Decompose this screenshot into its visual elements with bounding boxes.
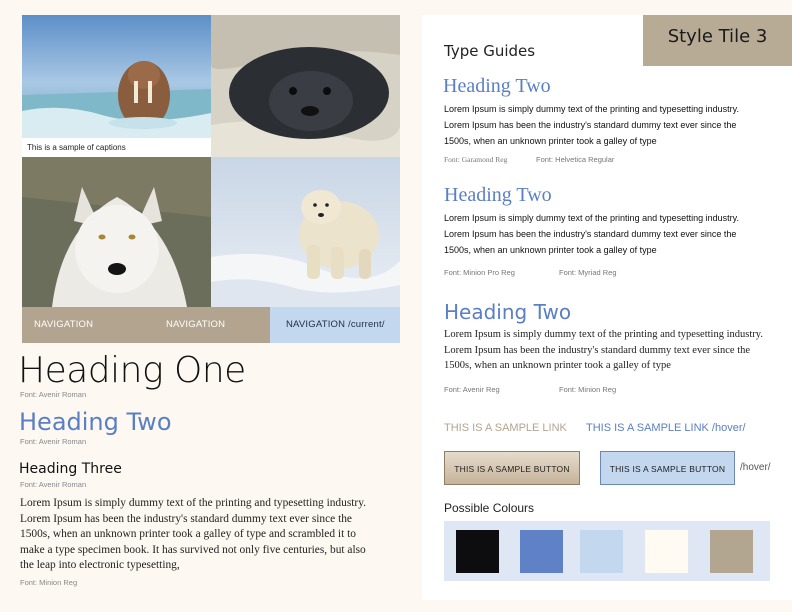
heading-three-font-note: Font: Avenir Roman <box>20 480 87 489</box>
arctic-wolf-photo <box>22 157 211 307</box>
sample-link[interactable]: THIS IS A SAMPLE LINK <box>444 422 567 434</box>
guide2-font-row: Font: Minion Pro Reg Font: Myriad Reg <box>444 268 617 277</box>
body-font-note: Font: Minion Reg <box>20 578 78 587</box>
guide1-font-b: Font: Helvetica Regular <box>536 155 615 164</box>
heading-three: Heading Three <box>19 461 122 477</box>
colour-swatch-taupe <box>710 530 753 573</box>
colour-swatch-cream <box>645 530 688 573</box>
nav-item-current[interactable]: NAVIGATION /current/ <box>270 307 400 343</box>
guide3-font-a: Font: Avenir Reg <box>444 385 500 394</box>
colour-swatch-light-blue <box>580 530 623 573</box>
guide3-font-b: Font: Minion Reg <box>559 385 617 394</box>
guide2-font-b: Font: Myriad Reg <box>559 268 617 277</box>
polar-bear-photo <box>211 157 400 307</box>
nav-item-1[interactable]: NAVIGATION <box>22 307 154 343</box>
style-tile-label: Style Tile 3 <box>643 15 792 66</box>
heading-two-font-note: Font: Avenir Roman <box>20 437 87 446</box>
sample-button-hover[interactable]: THIS IS A SAMPLE BUTTON <box>600 451 735 485</box>
type-guides-title: Type Guides <box>444 42 536 60</box>
guide1-heading: Heading Two <box>443 75 551 97</box>
sample-link-hover[interactable]: THIS IS A SAMPLE LINK /hover/ <box>586 422 746 434</box>
guide1-body: Lorem Ipsum is simply dummy text of the … <box>444 104 739 146</box>
heading-one: Heading One <box>18 350 246 391</box>
colour-swatch-black <box>456 530 499 573</box>
guide2-heading: Heading Two <box>444 184 552 206</box>
heading-two: Heading Two <box>19 408 172 436</box>
guide1-font-a: Font: Garamond Reg <box>444 155 508 164</box>
guide3-font-row: Font: Avenir Reg Font: Minion Reg <box>444 385 616 394</box>
guide3-heading: Heading Two <box>444 300 572 324</box>
colour-swatch-blue <box>520 530 563 573</box>
guide2-font-a: Font: Minion Pro Reg <box>444 268 515 277</box>
guide3-body: Lorem Ipsum is simply dummy text of the … <box>444 329 763 371</box>
heading-one-font-note: Font: Avenir Roman <box>20 390 87 399</box>
sample-button[interactable]: THIS IS A SAMPLE BUTTON <box>444 451 580 485</box>
possible-colours-label: Possible Colours <box>444 501 535 515</box>
body-paragraph: Lorem Ipsum is simply dummy text of the … <box>20 497 367 571</box>
button-hover-note: /hover/ <box>740 462 771 473</box>
photo-caption: This is a sample of captions <box>22 138 211 157</box>
guide1-font-row: Font: Garamond Reg Font: Helvetica Regul… <box>444 155 614 164</box>
nav-item-2[interactable]: NAVIGATION <box>154 307 270 343</box>
guide2-body: Lorem Ipsum is simply dummy text of the … <box>444 213 739 255</box>
seal-photo <box>211 15 400 157</box>
navigation-bar: NAVIGATION NAVIGATION NAVIGATION /curren… <box>22 307 400 343</box>
walrus-photo <box>22 15 211 138</box>
